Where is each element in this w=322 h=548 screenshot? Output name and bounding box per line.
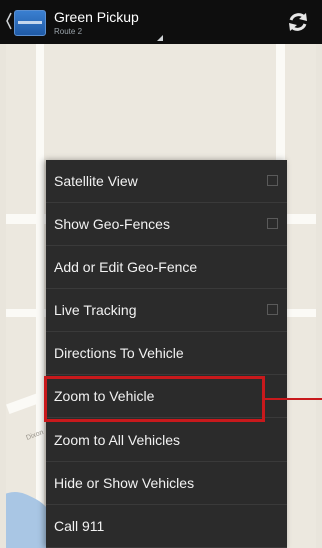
action-bar: Green Pickup Route 2 bbox=[0, 0, 322, 44]
chevron-left-icon[interactable] bbox=[6, 12, 12, 30]
spinner-indicator-icon bbox=[157, 35, 163, 41]
menu-item-label: Zoom to All Vehicles bbox=[54, 432, 181, 448]
refresh-icon[interactable] bbox=[286, 10, 310, 34]
menu-item-label: Satellite View bbox=[54, 173, 138, 189]
callout-highlight-box bbox=[44, 376, 265, 422]
menu-item-label: Directions To Vehicle bbox=[54, 345, 184, 361]
screen-subtitle: Route 2 bbox=[54, 27, 83, 36]
checkbox[interactable] bbox=[267, 218, 278, 229]
menu-item-call-911[interactable]: Call 911 bbox=[46, 505, 287, 548]
menu-item-show-geo-fences[interactable]: Show Geo-Fences bbox=[46, 203, 287, 246]
menu-item-directions-to-vehicle[interactable]: Directions To Vehicle bbox=[46, 332, 287, 375]
map-road bbox=[36, 44, 44, 548]
menu-item-live-tracking[interactable]: Live Tracking bbox=[46, 289, 287, 332]
menu-item-label: Add or Edit Geo-Fence bbox=[54, 259, 198, 275]
menu-item-label: Call 911 bbox=[54, 518, 105, 534]
overflow-menu: Satellite View Show Geo-Fences Add or Ed… bbox=[46, 160, 287, 548]
checkbox[interactable] bbox=[267, 304, 278, 315]
menu-item-add-edit-geo-fence[interactable]: Add or Edit Geo-Fence bbox=[46, 246, 287, 289]
screen-title: Green Pickup bbox=[54, 9, 139, 25]
menu-item-hide-show-vehicles[interactable]: Hide or Show Vehicles bbox=[46, 462, 287, 505]
checkbox[interactable] bbox=[267, 175, 278, 186]
menu-item-zoom-to-all-vehicles[interactable]: Zoom to All Vehicles bbox=[46, 419, 287, 462]
callout-line bbox=[265, 398, 322, 400]
menu-item-label: Live Tracking bbox=[54, 302, 137, 318]
menu-item-label: Show Geo-Fences bbox=[54, 216, 170, 232]
menu-item-label: Hide or Show Vehicles bbox=[54, 475, 195, 491]
app-logo-icon[interactable] bbox=[14, 10, 46, 36]
menu-item-satellite-view[interactable]: Satellite View bbox=[46, 160, 287, 203]
